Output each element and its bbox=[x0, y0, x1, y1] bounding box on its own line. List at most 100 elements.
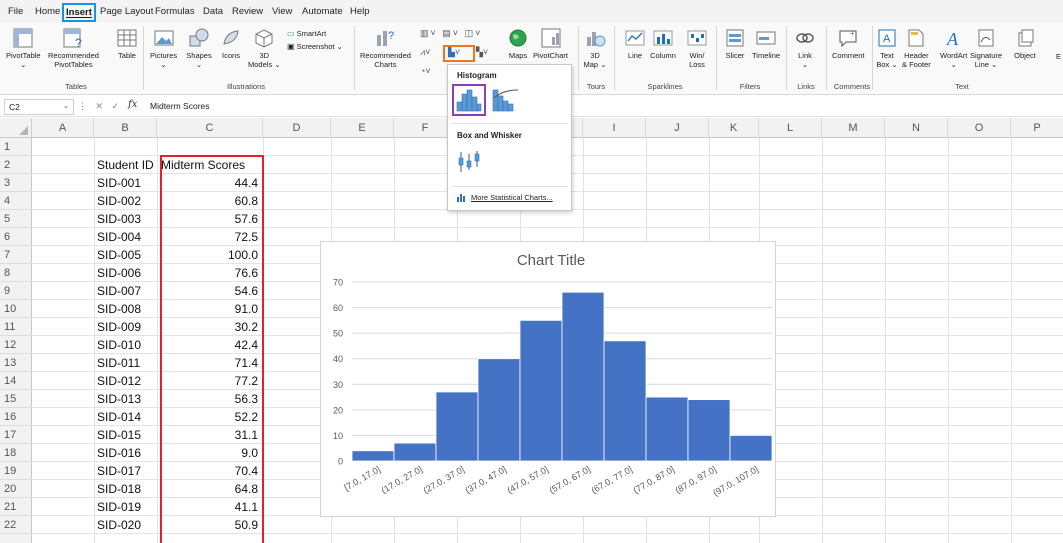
fx-icon[interactable]: fx bbox=[128, 99, 137, 110]
formula-content[interactable]: Midterm Scores bbox=[150, 101, 210, 111]
tab-help[interactable]: Help bbox=[350, 6, 370, 17]
column-header-a[interactable]: A bbox=[32, 118, 94, 138]
histogram-option[interactable] bbox=[452, 84, 486, 116]
object-button[interactable]: Object bbox=[1012, 26, 1038, 61]
smartart-button[interactable]: ▭ SmartArt bbox=[287, 29, 326, 38]
row-header[interactable]: 22 bbox=[0, 516, 32, 534]
histogram-bar[interactable] bbox=[687, 399, 731, 462]
tab-insert[interactable]: Insert bbox=[62, 3, 96, 22]
pictures-button[interactable]: Pictures ⌄ bbox=[150, 26, 177, 69]
cell-student-id[interactable]: SID-017 bbox=[97, 462, 159, 480]
cut-off-button[interactable]: E bbox=[1056, 52, 1061, 61]
cell-score[interactable]: 100.0 bbox=[157, 246, 261, 264]
tab-data[interactable]: Data bbox=[203, 6, 223, 17]
chart-type-icons-row1[interactable]: ▥˅ ▤˅ ◫˅ bbox=[420, 28, 482, 39]
row-header[interactable]: 1 bbox=[0, 138, 32, 156]
3d-models-button[interactable]: 3D Models ⌄ bbox=[248, 26, 281, 69]
cell-student-id[interactable]: SID-010 bbox=[97, 336, 159, 354]
cell-score[interactable]: 72.5 bbox=[157, 228, 261, 246]
row-header[interactable]: 18 bbox=[0, 444, 32, 462]
column-header-k[interactable]: K bbox=[709, 118, 759, 138]
cell-student-id[interactable]: SID-004 bbox=[97, 228, 159, 246]
row-header[interactable]: 20 bbox=[0, 480, 32, 498]
row-header[interactable]: 17 bbox=[0, 426, 32, 444]
histogram-bar[interactable] bbox=[645, 396, 689, 462]
row-header[interactable]: 21 bbox=[0, 498, 32, 516]
comment-button[interactable]: + Comment bbox=[832, 26, 865, 61]
pareto-option[interactable] bbox=[488, 84, 522, 116]
tab-automate[interactable]: Automate bbox=[302, 6, 343, 17]
row-header[interactable]: 3 bbox=[0, 174, 32, 192]
row-header[interactable]: 4 bbox=[0, 192, 32, 210]
tab-formulas[interactable]: Formulas bbox=[155, 6, 195, 17]
recommended-charts-button[interactable]: ? Recommended Charts bbox=[360, 26, 411, 69]
cell-score[interactable]: 52.2 bbox=[157, 408, 261, 426]
row-header[interactable]: 11 bbox=[0, 318, 32, 336]
timeline-button[interactable]: Timeline bbox=[752, 26, 780, 61]
tab-review[interactable]: Review bbox=[232, 6, 263, 17]
box-whisker-option[interactable] bbox=[452, 146, 486, 178]
screenshot-button[interactable]: ▣ Screenshot ⌄ bbox=[287, 42, 343, 51]
link-button[interactable]: Link ⌄ bbox=[792, 26, 818, 69]
row-header[interactable]: 6 bbox=[0, 228, 32, 246]
cell-student-id[interactable]: SID-015 bbox=[97, 426, 159, 444]
pivottable-button[interactable]: PivotTable ⌄ bbox=[6, 26, 41, 69]
cell-student-id[interactable]: SID-001 bbox=[97, 174, 159, 192]
column-header-i[interactable]: I bbox=[583, 118, 646, 138]
column-header-o[interactable]: O bbox=[948, 118, 1011, 138]
cell-student-id[interactable]: SID-012 bbox=[97, 372, 159, 390]
cell-score[interactable]: 44.4 bbox=[157, 174, 261, 192]
sparkline-column-button[interactable]: Column bbox=[650, 26, 676, 61]
cell-score[interactable]: 76.6 bbox=[157, 264, 261, 282]
pie-chart-icon[interactable]: ◔˅ bbox=[420, 66, 431, 76]
wordart-button[interactable]: A WordArt ⌄ bbox=[940, 26, 967, 69]
cell-score[interactable]: 91.0 bbox=[157, 300, 261, 318]
table-button[interactable]: Table bbox=[114, 26, 140, 61]
histogram-bar[interactable] bbox=[477, 358, 521, 462]
cell-score[interactable]: 56.3 bbox=[157, 390, 261, 408]
cell-student-id[interactable]: SID-018 bbox=[97, 480, 159, 498]
histogram-bar[interactable] bbox=[351, 450, 395, 462]
cell-student-id[interactable]: SID-013 bbox=[97, 390, 159, 408]
tab-page-layout[interactable]: Page Layout bbox=[100, 6, 153, 17]
row-header[interactable]: 9 bbox=[0, 282, 32, 300]
row-header[interactable]: 13 bbox=[0, 354, 32, 372]
cell-score[interactable]: 71.4 bbox=[157, 354, 261, 372]
tab-file[interactable]: File bbox=[8, 6, 23, 17]
cell-student-id[interactable]: SID-005 bbox=[97, 246, 159, 264]
column-header-p[interactable]: P bbox=[1011, 118, 1063, 138]
sparkline-line-button[interactable]: Line bbox=[622, 26, 648, 61]
maps-button[interactable]: Maps bbox=[505, 26, 531, 61]
cell-score[interactable]: 50.9 bbox=[157, 516, 261, 534]
row-header[interactable]: 10 bbox=[0, 300, 32, 318]
formula-cancel-enter-icons[interactable]: ⋮ ✕ ✓ bbox=[78, 101, 122, 112]
row-header[interactable]: 15 bbox=[0, 390, 32, 408]
pivotchart-button[interactable]: PivotChart bbox=[533, 26, 568, 61]
hierarchy-chart-icon[interactable]: ▤˅ bbox=[442, 28, 460, 38]
row-header[interactable]: 19 bbox=[0, 462, 32, 480]
column-header-m[interactable]: M bbox=[822, 118, 885, 138]
tab-view[interactable]: View bbox=[272, 6, 292, 17]
recommended-pivottables-button[interactable]: ? Recommended PivotTables bbox=[48, 26, 99, 69]
histogram-bar[interactable] bbox=[519, 319, 563, 462]
cell-student-id[interactable]: SID-008 bbox=[97, 300, 159, 318]
histogram-chart[interactable]: Chart Title 0 10 20 30 40 50 60 70 [7.0, 17.0] (1… bbox=[320, 241, 776, 517]
row-header[interactable]: 12 bbox=[0, 336, 32, 354]
select-all-corner[interactable] bbox=[0, 118, 32, 138]
column-header-l[interactable]: L bbox=[759, 118, 822, 138]
histogram-bar[interactable] bbox=[729, 435, 773, 462]
cell-student-id[interactable]: SID-002 bbox=[97, 192, 159, 210]
cell-student-id[interactable]: SID-009 bbox=[97, 318, 159, 336]
name-box[interactable]: C2 ⌄ bbox=[4, 99, 74, 115]
histogram-bar[interactable] bbox=[561, 291, 605, 462]
cell-header-student-id[interactable]: Student ID bbox=[97, 156, 159, 174]
cell-student-id[interactable]: SID-020 bbox=[97, 516, 159, 534]
cell-score[interactable]: 70.4 bbox=[157, 462, 261, 480]
cell-score[interactable]: 41.1 bbox=[157, 498, 261, 516]
row-header[interactable]: 14 bbox=[0, 372, 32, 390]
column-header-e[interactable]: E bbox=[331, 118, 394, 138]
shapes-button[interactable]: Shapes ⌄ bbox=[186, 26, 212, 69]
cell-score[interactable]: 31.1 bbox=[157, 426, 261, 444]
waterfall-chart-icon[interactable]: ◫˅ bbox=[465, 28, 483, 38]
cell-score[interactable]: 54.6 bbox=[157, 282, 261, 300]
